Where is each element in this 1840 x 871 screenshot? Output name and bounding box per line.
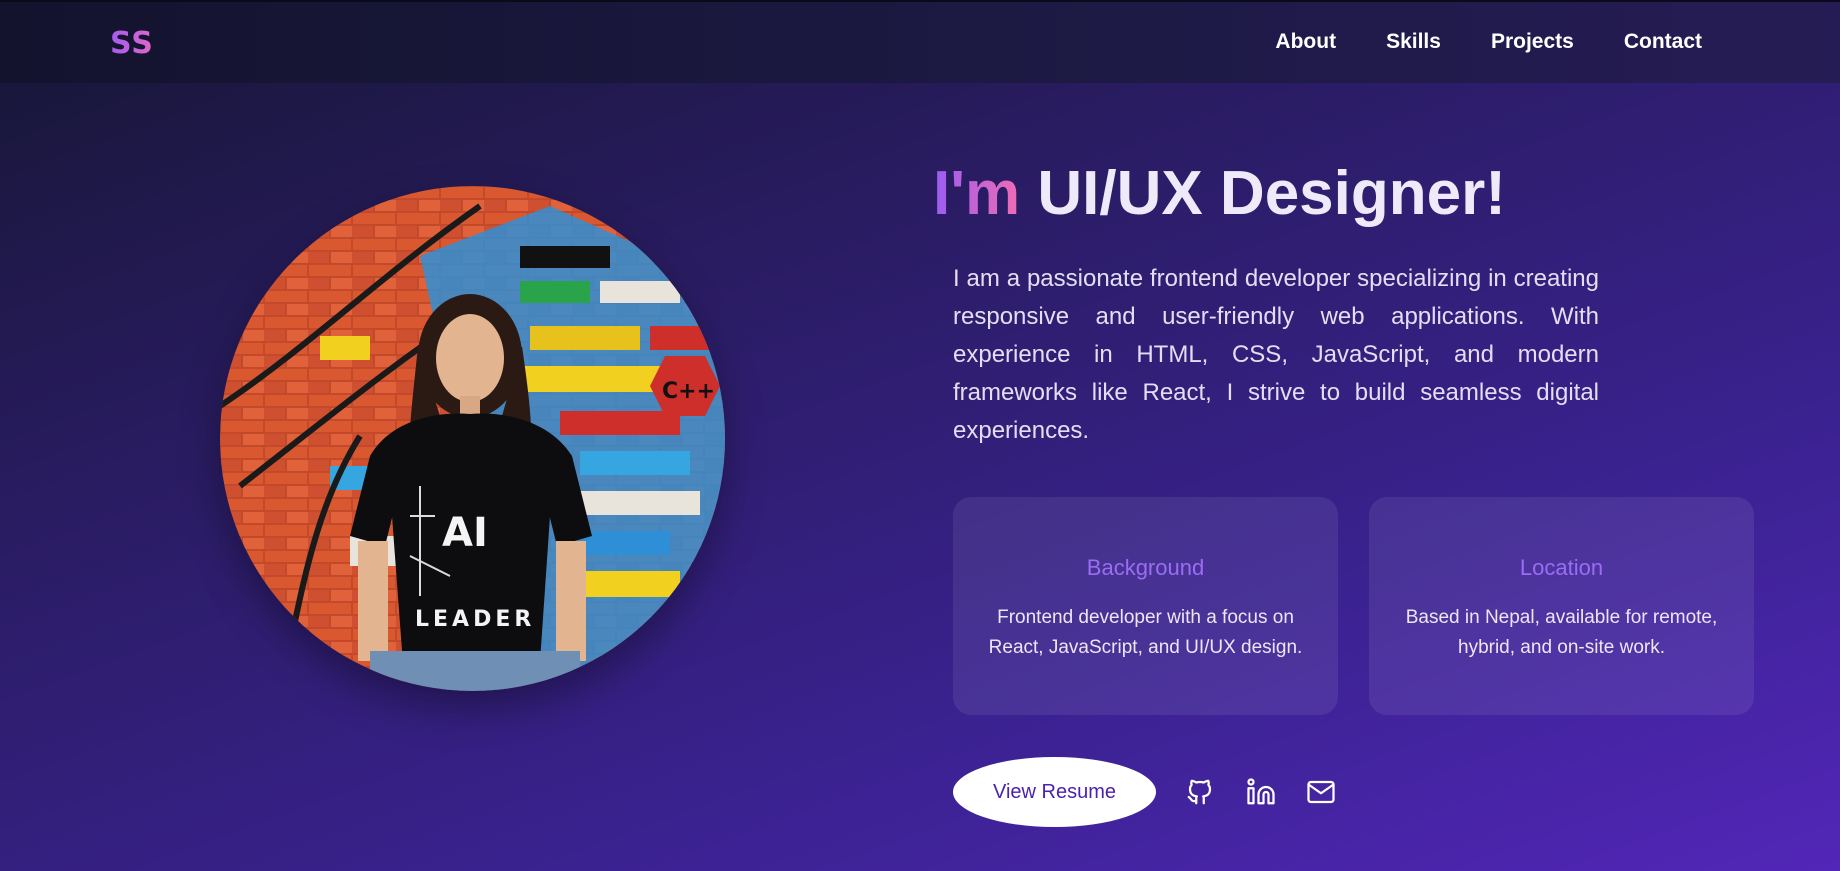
tshirt-print-main: AI bbox=[442, 510, 488, 556]
svg-text:C++: C++ bbox=[662, 379, 715, 404]
github-link[interactable] bbox=[1184, 776, 1216, 808]
location-card: Location Based in Nepal, available for r… bbox=[1369, 497, 1754, 715]
profile-photo: C++ AI LEADER bbox=[220, 186, 725, 691]
background-card-title: Background bbox=[1086, 555, 1205, 580]
hero-headline: I'm UI/UX Designer! bbox=[933, 158, 1506, 229]
nav-link-skills[interactable]: Skills bbox=[1386, 30, 1441, 54]
location-card-text: Based in Nepal, available for remote, hy… bbox=[1405, 607, 1718, 658]
headline-prefix: I'm bbox=[933, 159, 1021, 228]
view-resume-button[interactable]: View Resume bbox=[953, 757, 1156, 827]
location-card-title: Location bbox=[1519, 555, 1604, 580]
headline-role: UI/UX Designer! bbox=[1037, 159, 1506, 228]
nav-link-contact[interactable]: Contact bbox=[1624, 30, 1702, 54]
linkedin-icon bbox=[1247, 778, 1275, 805]
site-logo[interactable]: SS bbox=[110, 26, 154, 61]
mail-icon bbox=[1307, 780, 1335, 804]
hero-intro: I am a passionate frontend developer spe… bbox=[953, 265, 1599, 444]
email-link[interactable] bbox=[1305, 776, 1337, 808]
main-nav: About Skills Projects Contact bbox=[1275, 30, 1702, 54]
background-card-text: Frontend developer with a focus on React… bbox=[988, 607, 1303, 658]
nav-link-projects[interactable]: Projects bbox=[1491, 30, 1574, 54]
nav-link-about[interactable]: About bbox=[1275, 30, 1336, 54]
background-card: Background Frontend developer with a foc… bbox=[953, 497, 1338, 715]
profile-photo-illustration: C++ AI LEADER bbox=[220, 186, 725, 691]
linkedin-link[interactable] bbox=[1245, 776, 1277, 808]
navbar: SS About Skills Projects Contact bbox=[0, 0, 1840, 83]
github-icon bbox=[1187, 779, 1212, 805]
tshirt-print-sub: LEADER bbox=[415, 607, 535, 632]
